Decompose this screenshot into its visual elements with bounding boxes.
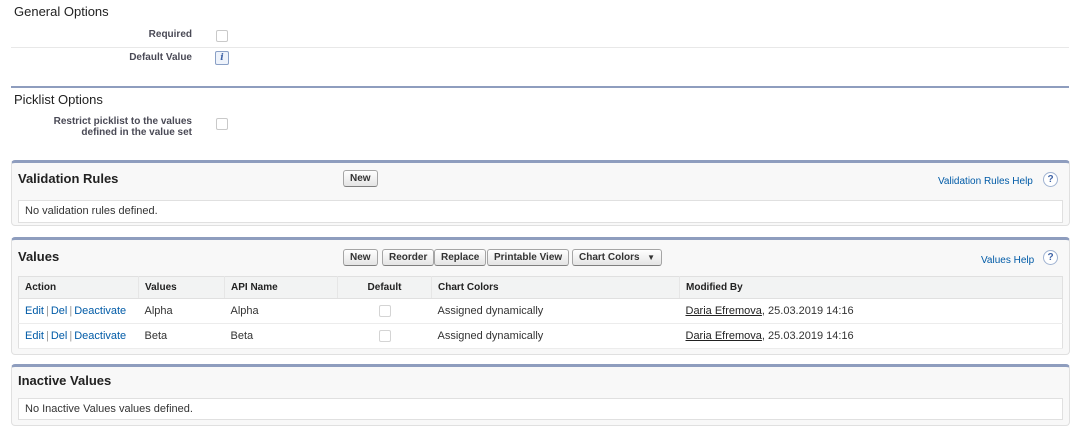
modified-date: , 25.03.2019 14:16 [761,305,854,317]
restrict-label-line1: Restrict picklist to the values [53,116,192,127]
values-section: Values New Reorder Replace Printable Vie… [11,237,1070,355]
action-cell: Edit | Del | Deactivate [18,298,139,324]
inactive-values-section: Inactive Values No Inactive Values value… [11,364,1070,426]
values-new-button[interactable]: New [343,249,378,266]
delete-link[interactable]: Del [51,305,68,317]
api-name-cell: Beta [224,323,338,349]
separator: | [69,330,73,342]
general-options-title: General Options [14,4,109,19]
row-divider [11,47,1069,48]
action-cell: Edit | Del | Deactivate [18,323,139,349]
default-checkbox [378,305,391,318]
col-default: Default [337,276,432,299]
deactivate-link[interactable]: Deactivate [74,330,126,342]
separator: | [69,305,73,317]
validation-rules-help-link[interactable]: Validation Rules Help [938,176,1033,187]
value-cell: Alpha [138,298,225,324]
api-name-cell: Alpha [224,298,338,324]
col-chart-colors: Chart Colors [431,276,680,299]
delete-link[interactable]: Del [51,330,68,342]
separator: | [45,330,49,342]
deactivate-link[interactable]: Deactivate [74,305,126,317]
table-header-row: Action Values API Name Default Chart Col… [18,276,1063,299]
default-cell [337,298,432,324]
printable-view-button[interactable]: Printable View [487,249,570,266]
modified-by-user-link[interactable]: Daria Efremova [686,305,762,317]
chart-colors-cell: Assigned dynamically [431,298,680,324]
col-modified-by: Modified By [679,276,1063,299]
section-divider [11,86,1069,88]
reorder-button[interactable]: Reorder [382,249,435,266]
required-checkbox[interactable] [216,30,228,42]
edit-link[interactable]: Edit [25,305,44,317]
chart-colors-cell: Assigned dynamically [431,323,680,349]
chart-colors-dropdown[interactable]: Chart Colors ▼ [572,249,662,266]
col-api-name: API Name [224,276,338,299]
separator: | [45,305,49,317]
modified-by-cell: Daria Efremova, 25.03.2019 14:16 [679,298,1063,324]
values-table: Action Values API Name Default Chart Col… [18,276,1063,349]
default-value-label: Default Value [129,52,192,63]
validation-help-icon[interactable]: ? [1043,172,1058,187]
values-help-icon[interactable]: ? [1043,250,1058,265]
chevron-down-icon: ▼ [647,253,655,262]
values-help-link[interactable]: Values Help [981,255,1034,266]
required-label: Required [148,29,192,40]
modified-by-user-link[interactable]: Daria Efremova [686,330,762,342]
inactive-values-title: Inactive Values [18,373,112,388]
edit-link[interactable]: Edit [25,330,44,342]
restrict-picklist-label: Restrict picklist to the values defined … [54,116,192,138]
picklist-options-title: Picklist Options [14,92,103,107]
col-action: Action [18,276,139,299]
default-cell [337,323,432,349]
chart-colors-label: Chart Colors [579,252,640,263]
validation-empty-message: No validation rules defined. [18,200,1063,223]
table-row: Edit | Del | Deactivate Alpha Alpha Assigned… [18,298,1063,324]
restrict-label-line2: defined in the value set [81,127,192,138]
validation-new-button[interactable]: New [343,170,378,187]
validation-rules-title: Validation Rules [18,171,119,186]
value-cell: Beta [138,323,225,349]
modified-by-cell: Daria Efremova, 25.03.2019 14:16 [679,323,1063,349]
values-title: Values [18,249,60,264]
restrict-picklist-checkbox[interactable] [216,118,228,130]
replace-button[interactable]: Replace [434,249,487,266]
validation-rules-section: Validation Rules New Validation Rules He… [11,160,1070,226]
col-values: Values [138,276,225,299]
modified-date: , 25.03.2019 14:16 [761,330,854,342]
table-row: Edit | Del | Deactivate Beta Beta Assigned d… [18,323,1063,349]
default-checkbox [378,330,391,343]
inactive-empty-message: No Inactive Values values defined. [18,398,1063,420]
info-icon[interactable]: i [215,51,229,65]
